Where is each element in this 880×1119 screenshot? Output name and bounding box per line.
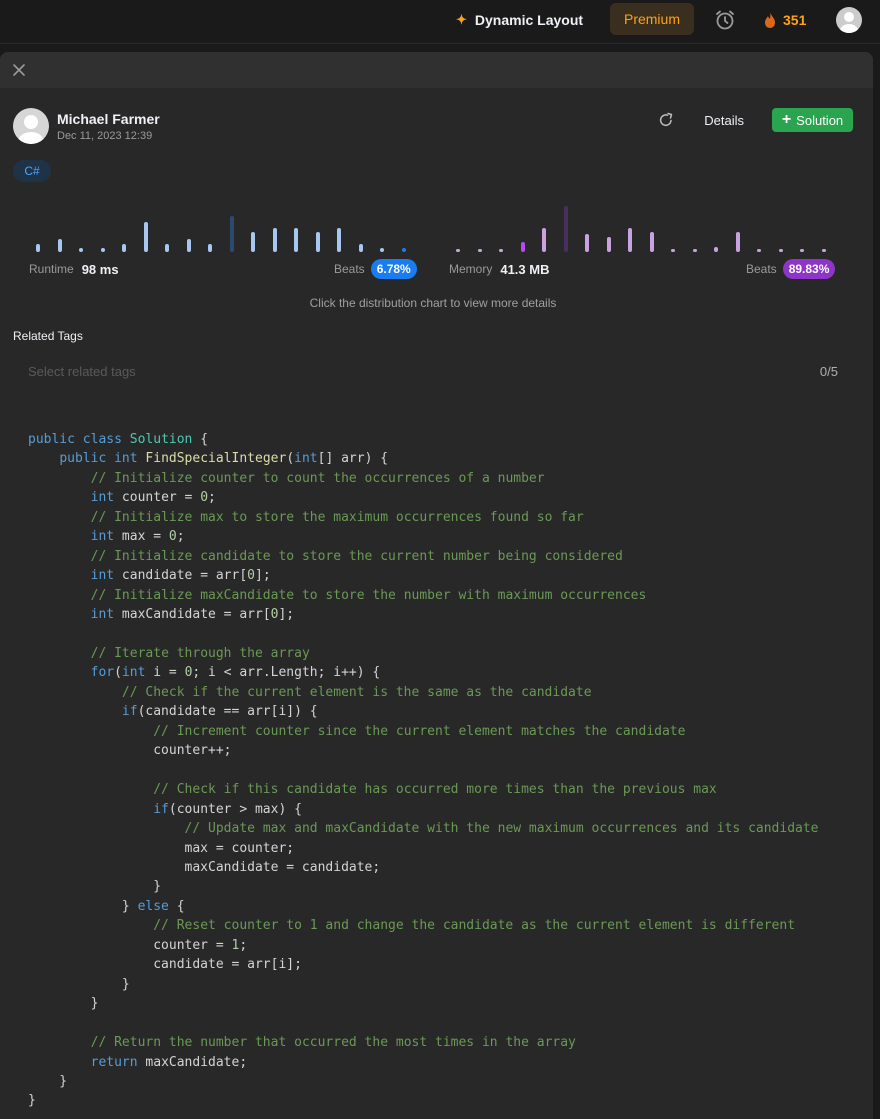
code-block: public class Solution { public int FindS… [28,432,819,1109]
distribution-bar [143,222,148,252]
related-tags-label: Related Tags [13,329,83,343]
runtime-label: Runtime [29,262,74,276]
distribution-bar [735,232,740,252]
distribution-bar [757,249,761,252]
related-tags-input[interactable]: Select related tags 0/5 [28,364,838,382]
distribution-bar [337,228,341,252]
plus-icon: + [781,111,792,128]
top-navbar: ✦ Dynamic Layout Premium 351 [0,0,880,44]
distribution-bar [380,248,384,252]
language-badge: C# [13,160,51,182]
distribution-bar [671,249,675,252]
distribution-bar [628,228,632,252]
related-tags-count: 0/5 [819,364,838,379]
user-avatar[interactable] [836,0,862,40]
distribution-hint: Click the distribution chart to view mor… [309,296,557,310]
runtime-beats-badge: 6.78% [370,259,417,279]
distribution-bar [229,216,234,252]
runtime-beats: Beats 6.78% [334,258,417,280]
add-solution-button[interactable]: + Solution [772,108,853,132]
premium-button[interactable]: Premium [610,3,694,35]
distribution-bar [186,239,191,252]
distribution-bar [499,249,503,252]
runtime-beats-label: Beats [334,262,365,276]
author-name[interactable]: Michael Farmer [57,111,160,127]
distribution-bar [606,237,611,252]
distribution-bar [57,239,62,252]
sparkle-icon: ✦ [456,12,467,27]
submission-actions: Details + Solution [658,108,853,132]
distribution-bar [79,248,83,252]
memory-stat: Memory 41.3 MB [449,258,549,280]
memory-beats-badge: 89.83% [782,259,836,279]
memory-label: Memory [449,262,493,276]
streak-counter[interactable]: 351 [762,0,806,40]
distribution-bar [208,244,212,252]
distribution-bar [778,249,783,252]
details-button[interactable]: Details [704,113,744,128]
panel-header [0,52,873,88]
distribution-bar [456,249,460,252]
distribution-bar [692,249,697,252]
distribution-bar [358,244,363,252]
dynamic-layout-button[interactable]: ✦ Dynamic Layout [456,0,583,40]
runtime-value: 98 ms [81,261,119,277]
distribution-bar [563,206,568,252]
distribution-bar [122,244,126,252]
runtime-distribution-chart[interactable] [36,196,416,252]
memory-value: 41.3 MB [500,261,550,277]
distribution-bar [251,232,255,252]
distribution-bar [821,249,826,252]
distribution-bar [315,232,320,252]
memory-beats-label: Beats [746,262,777,276]
distribution-bar [520,242,525,252]
streak-count: 351 [783,12,807,28]
distribution-bar [294,228,298,252]
distribution-bar [165,244,169,252]
memory-beats: Beats 89.83% [746,258,836,280]
distribution-bar [100,248,105,252]
distribution-charts: Runtime 98 ms Beats 6.78% Memory 41.3 MB… [0,196,873,286]
author-avatar[interactable] [13,108,49,144]
submission-panel: Michael Farmer Dec 11, 2023 12:39 Detail… [0,52,873,1119]
premium-label: Premium [623,11,680,27]
distribution-bar [542,228,546,252]
share-icon[interactable] [658,112,674,128]
author-info: Michael Farmer Dec 11, 2023 12:39 [13,108,160,144]
distribution-bar [649,232,654,252]
distribution-bar [401,248,406,252]
runtime-stat: Runtime 98 ms [29,258,119,280]
alarm-clock-icon[interactable] [714,0,736,40]
memory-distribution-chart[interactable] [456,196,836,252]
distribution-bar [800,249,804,252]
distribution-bar [714,247,718,252]
distribution-bar [272,228,277,252]
distribution-bar [585,234,589,252]
fire-icon [765,12,775,28]
distribution-bar [477,249,482,252]
related-tags-placeholder: Select related tags [28,364,136,379]
solution-label: Solution [796,112,844,128]
close-icon[interactable] [11,62,27,78]
dynamic-layout-label: Dynamic Layout [474,12,584,28]
distribution-bar [36,244,40,252]
submission-date: Dec 11, 2023 12:39 [57,129,153,142]
